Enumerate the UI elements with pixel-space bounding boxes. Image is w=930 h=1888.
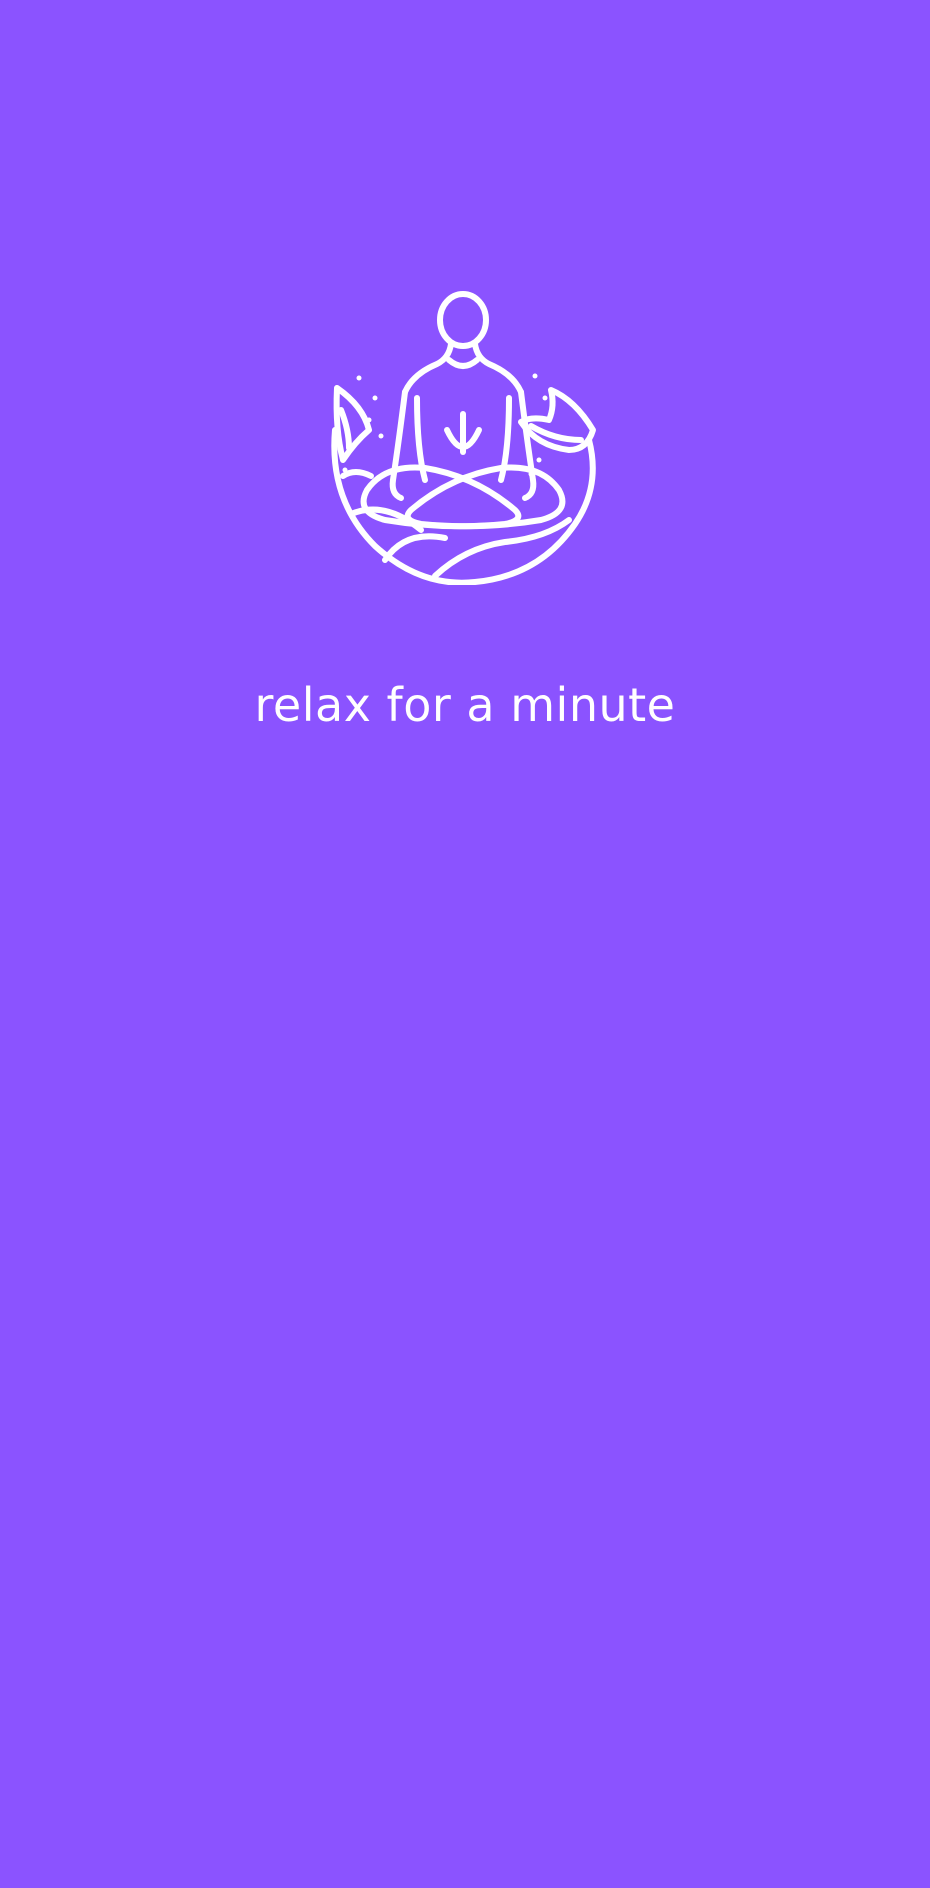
meditation-logo-icon	[325, 280, 605, 585]
splash-screen: relax for a minute	[0, 0, 930, 1888]
tagline-text: relax for a minute	[254, 678, 676, 732]
